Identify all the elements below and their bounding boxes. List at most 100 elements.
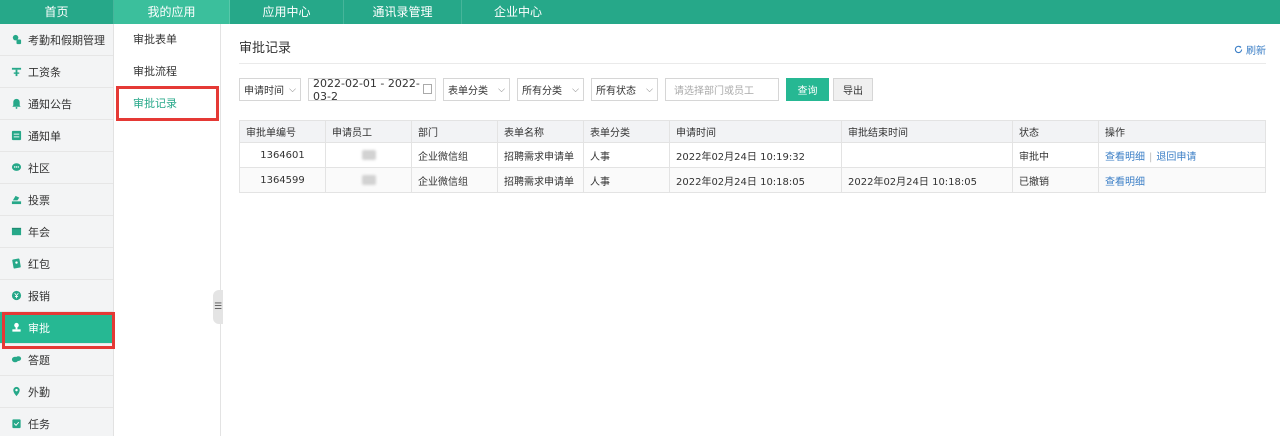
sidebar-item-label: 工资条 xyxy=(28,65,61,79)
cell-category: 人事 xyxy=(583,167,670,193)
form-category-select[interactable]: 表单分类 ⌵ xyxy=(443,78,510,101)
sidebar-item-salary[interactable]: 工资条 xyxy=(0,56,113,88)
sidebar-item-label: 通知公告 xyxy=(28,97,72,111)
sidebar-item-announcement[interactable]: 通知公告 xyxy=(0,88,113,120)
location-pin-icon xyxy=(10,386,22,398)
date-range-value: 2022-02-01 - 2022-03-2 xyxy=(313,76,420,103)
cell-status: 已撤销 xyxy=(1012,167,1099,193)
cell-end-time: 2022年02月24日 10:18:05 xyxy=(841,167,1013,193)
export-button[interactable]: 导出 xyxy=(833,78,873,101)
sidebar-item-reimbursement[interactable]: 报销 xyxy=(0,280,113,312)
nav-app-center[interactable]: 应用中心 xyxy=(230,0,344,24)
submenu: 审批表单 审批流程 审批记录 xyxy=(115,24,221,436)
annual-meeting-icon xyxy=(10,226,22,238)
date-range-input[interactable]: 2022-02-01 - 2022-03-2 xyxy=(308,76,436,103)
calendar-icon xyxy=(423,84,432,94)
sidebar-item-attendance[interactable]: 考勤和假期管理 xyxy=(0,24,113,56)
chat-icon xyxy=(10,162,22,174)
nav-my-apps[interactable]: 我的应用 xyxy=(114,0,230,24)
chevron-down-icon: ⌵ xyxy=(572,84,579,95)
bell-icon xyxy=(10,98,22,110)
sidebar-item-notice-list[interactable]: 通知单 xyxy=(0,120,113,152)
col-header-actions: 操作 xyxy=(1098,120,1266,143)
sidebar-item-vote[interactable]: 投票 xyxy=(0,184,113,216)
view-detail-link[interactable]: 查看明细 xyxy=(1105,177,1145,188)
sidebar-item-field-work[interactable]: 外勤 xyxy=(0,376,113,408)
yen-icon xyxy=(10,290,22,302)
view-detail-link[interactable]: 查看明细 xyxy=(1105,152,1145,163)
search-placeholder: 请选择部门或员工 xyxy=(674,86,754,97)
col-header-dept: 部门 xyxy=(411,120,498,143)
cell-id: 1364601 xyxy=(239,142,326,168)
collapse-handle[interactable]: ☰ xyxy=(213,290,223,324)
withdraw-request-link[interactable]: 退回申请 xyxy=(1156,152,1196,163)
sidebar-item-label: 任务 xyxy=(28,417,50,431)
blurred-name xyxy=(361,149,376,160)
sidebar-item-quiz[interactable]: 答题 xyxy=(0,344,113,376)
sidebar-item-red-packet[interactable]: 红包 xyxy=(0,248,113,280)
table-row: 1364599 企业微信组 招聘需求申请单 人事 2022年02月24日 10:… xyxy=(239,167,1266,193)
nav-enterprise-center[interactable]: 企业中心 xyxy=(462,0,574,24)
submenu-item-approval-records[interactable]: 审批记录 xyxy=(115,88,220,120)
red-packet-icon xyxy=(10,258,22,270)
category-select[interactable]: 所有分类 ⌵ xyxy=(517,78,584,101)
sidebar-item-community[interactable]: 社区 xyxy=(0,152,113,184)
sidebar-item-approval[interactable]: 审批 xyxy=(0,312,113,344)
sidebar-item-annual-meeting[interactable]: 年会 xyxy=(0,216,113,248)
sidebar-item-label: 报销 xyxy=(28,289,50,303)
cell-category: 人事 xyxy=(583,142,670,168)
sidebar-item-label: 社区 xyxy=(28,161,50,175)
chevron-down-icon: ⌵ xyxy=(646,84,653,95)
col-header-apply-time: 申请时间 xyxy=(669,120,842,143)
task-icon xyxy=(10,418,22,430)
sidebar-item-label: 审批 xyxy=(28,321,50,335)
cell-apply-time: 2022年02月24日 10:18:05 xyxy=(669,167,842,193)
sidebar-item-label: 通知单 xyxy=(28,129,61,143)
refresh-label: 刷新 xyxy=(1246,46,1266,57)
col-header-category: 表单分类 xyxy=(583,120,670,143)
chevron-down-icon: ⌵ xyxy=(498,84,505,95)
cell-employee xyxy=(325,142,412,168)
form-category-value: 表单分类 xyxy=(448,86,488,97)
sidebar-item-label: 红包 xyxy=(28,257,50,271)
refresh-button[interactable]: 刷新 xyxy=(1234,42,1266,57)
cell-form: 招聘需求申请单 xyxy=(497,167,584,193)
sidebar-item-label: 年会 xyxy=(28,225,50,239)
records-table: 审批单编号 申请员工 部门 表单名称 表单分类 申请时间 审批结束时间 状态 操… xyxy=(239,120,1266,193)
page-title: 审批记录 xyxy=(239,41,292,56)
nav-contacts[interactable]: 通讯录管理 xyxy=(344,0,462,24)
blurred-name xyxy=(361,174,376,185)
sidebar-item-label: 外勤 xyxy=(28,385,50,399)
cell-dept: 企业微信组 xyxy=(411,142,498,168)
filter-bar: 申请时间 ⌵ 2022-02-01 - 2022-03-2 表单分类 ⌵ 所有分… xyxy=(239,76,873,103)
sidebar-item-label: 投票 xyxy=(28,193,50,207)
time-type-select[interactable]: 申请时间 ⌵ xyxy=(239,78,301,101)
main-content: 审批记录 刷新 申请时间 ⌵ 2022-02-01 - 2022-03-2 表单… xyxy=(239,24,1266,193)
notice-list-icon xyxy=(10,130,22,142)
cell-actions: 查看明细 | 退回申请 xyxy=(1098,142,1266,168)
submenu-item-approval-flow[interactable]: 审批流程 xyxy=(115,56,220,88)
cell-form: 招聘需求申请单 xyxy=(497,142,584,168)
cell-apply-time: 2022年02月24日 10:19:32 xyxy=(669,142,842,168)
col-header-status: 状态 xyxy=(1012,120,1099,143)
cell-employee xyxy=(325,167,412,193)
status-select[interactable]: 所有状态 ⌵ xyxy=(591,78,658,101)
table-header-row: 审批单编号 申请员工 部门 表单名称 表单分类 申请时间 审批结束时间 状态 操… xyxy=(239,120,1266,143)
col-header-id: 审批单编号 xyxy=(239,120,326,143)
cell-status: 审批中 xyxy=(1012,142,1099,168)
query-button[interactable]: 查询 xyxy=(786,78,829,101)
nav-home[interactable]: 首页 xyxy=(0,0,114,24)
top-nav: 首页 我的应用 应用中心 通讯录管理 企业中心 xyxy=(0,0,1280,24)
cell-id: 1364599 xyxy=(239,167,326,193)
submenu-item-approval-forms[interactable]: 审批表单 xyxy=(115,24,220,56)
col-header-form: 表单名称 xyxy=(497,120,584,143)
menu-lines-icon: ☰ xyxy=(213,302,223,312)
employee-search-input[interactable]: 请选择部门或员工 xyxy=(665,78,779,101)
cell-dept: 企业微信组 xyxy=(411,167,498,193)
sidebar-item-task[interactable]: 任务 xyxy=(0,408,113,436)
cell-end-time xyxy=(841,142,1013,168)
time-type-value: 申请时间 xyxy=(244,86,284,97)
vote-icon xyxy=(10,194,22,206)
col-header-employee: 申请员工 xyxy=(325,120,412,143)
refresh-icon xyxy=(1234,45,1243,54)
